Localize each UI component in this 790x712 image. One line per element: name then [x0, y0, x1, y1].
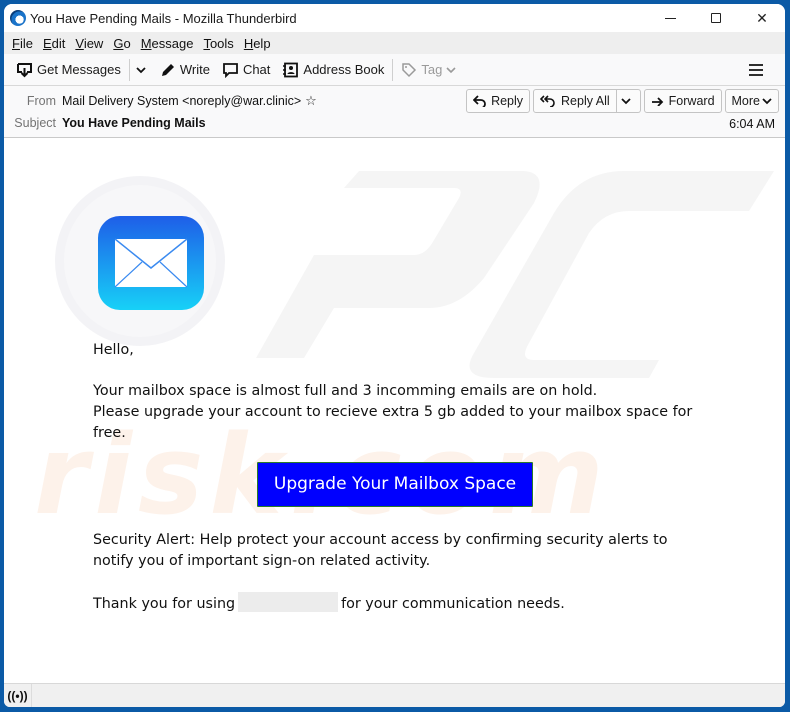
- reply-all-dropdown[interactable]: [616, 89, 641, 113]
- forward-button[interactable]: Forward: [643, 89, 722, 113]
- write-button[interactable]: Write: [154, 57, 216, 83]
- menu-file-label: ile: [19, 35, 33, 51]
- get-messages-label: Get Messages: [37, 62, 121, 77]
- tag-button[interactable]: Tag: [395, 57, 466, 83]
- message-actions: Reply Reply All Forward More: [466, 89, 779, 113]
- thanks-paragraph: Thank you for using for your communicatio…: [93, 592, 693, 615]
- write-label: Write: [179, 62, 210, 77]
- chat-icon: [223, 62, 238, 78]
- window-title: You Have Pending Mails - Mozilla Thunder…: [30, 10, 297, 26]
- online-status-icon[interactable]: ((•)): [4, 684, 32, 707]
- tag-icon: [402, 62, 417, 77]
- forward-label: Forward: [668, 94, 715, 108]
- forward-arrow-icon: [651, 97, 663, 106]
- reply-all-group: Reply All: [533, 89, 641, 113]
- menu-help-mnemonic: H: [243, 35, 254, 51]
- upgrade-mailbox-button[interactable]: Upgrade Your Mailbox Space: [257, 462, 533, 507]
- window-controls: ✕: [647, 4, 785, 32]
- menu-view-label: iew: [83, 35, 104, 51]
- maximize-button[interactable]: [693, 4, 739, 32]
- address-book-label: Address Book: [303, 62, 385, 77]
- pencil-icon: [161, 63, 174, 76]
- message-header: From Mail Delivery System <noreply@war.c…: [4, 86, 785, 138]
- security-alert-text: Security Alert: Help protect your accoun…: [93, 532, 668, 569]
- status-bar: ((•)): [4, 683, 785, 707]
- address-book-button[interactable]: Address Book: [276, 57, 390, 83]
- chat-button[interactable]: Chat: [216, 57, 276, 83]
- chevron-down-icon: [621, 98, 631, 105]
- watermark-letter-p: [256, 171, 540, 358]
- hamburger-menu-icon: [749, 63, 763, 76]
- chevron-down-icon: [446, 66, 456, 73]
- address-book-icon: [283, 62, 299, 77]
- main-toolbar: Get Messages Write Chat Address Book Tag: [4, 54, 785, 86]
- app-menu-button[interactable]: [743, 57, 773, 83]
- chevron-down-icon: [136, 66, 146, 73]
- maximize-icon: [711, 13, 721, 23]
- chevron-down-icon: [762, 98, 772, 105]
- subject-label: Subject: [14, 116, 56, 130]
- mailbox-full-text: Your mailbox space is almost full and 3 …: [93, 383, 598, 399]
- minimize-icon: [664, 17, 676, 19]
- watermark-letter-c: [469, 171, 774, 378]
- greeting-text: Hello,: [93, 342, 134, 358]
- menu-edit[interactable]: Edit: [38, 36, 70, 51]
- toolbar-separator: [128, 58, 130, 81]
- thunderbird-logo-icon: [10, 10, 26, 26]
- get-messages-icon: [17, 62, 32, 77]
- menu-tools[interactable]: Tools: [198, 36, 238, 51]
- menu-message-label: essage: [151, 35, 194, 51]
- thanks-text-before: Thank you for using: [93, 596, 236, 612]
- menu-file-mnemonic: F: [12, 35, 20, 51]
- reply-icon: [473, 95, 486, 107]
- subject-value: You Have Pending Mails: [62, 116, 206, 130]
- menu-view[interactable]: View: [70, 36, 108, 51]
- menu-message[interactable]: Message: [136, 36, 199, 51]
- menu-go-mnemonic: G: [113, 35, 124, 51]
- menu-tools-label: ools: [209, 35, 234, 51]
- from-value[interactable]: Mail Delivery System <noreply@war.clinic…: [62, 94, 301, 108]
- menu-go[interactable]: Go: [108, 36, 135, 51]
- upgrade-offer-text: Please upgrade your account to recieve e…: [93, 404, 693, 441]
- reply-all-button[interactable]: Reply All: [533, 89, 617, 113]
- more-label: More: [731, 94, 760, 108]
- subject-row: Subject You Have Pending Mails: [10, 112, 779, 134]
- reply-all-icon: [540, 95, 555, 107]
- thunderbird-window: You Have Pending Mails - Mozilla Thunder…: [4, 4, 785, 707]
- thanks-text-after: for your communication needs.: [341, 596, 565, 612]
- redacted-service-name: [238, 592, 339, 612]
- from-label: From: [26, 94, 56, 108]
- minimize-button[interactable]: [647, 4, 693, 32]
- menu-bar: File Edit View Go Message Tools Help: [4, 32, 785, 54]
- menu-edit-mnemonic: E: [42, 35, 52, 51]
- close-button[interactable]: ✕: [739, 4, 785, 32]
- reply-label: Reply: [491, 94, 524, 108]
- chat-label: Chat: [242, 62, 271, 77]
- main-paragraph: Your mailbox space is almost full and 3 …: [93, 381, 693, 444]
- reply-all-label: Reply All: [561, 94, 610, 108]
- close-icon: ✕: [756, 9, 768, 26]
- tag-label: Tag: [421, 62, 443, 77]
- toolbar-separator: [392, 58, 394, 81]
- title-bar: You Have Pending Mails - Mozilla Thunder…: [4, 4, 785, 32]
- menu-message-mnemonic: M: [140, 35, 152, 51]
- menu-edit-label: dit: [51, 35, 66, 51]
- menu-view-mnemonic: V: [75, 35, 84, 51]
- reply-button[interactable]: Reply: [466, 89, 531, 113]
- mail-app-logo-icon: [98, 216, 204, 310]
- menu-file[interactable]: File: [7, 36, 38, 51]
- menu-help-label: elp: [253, 35, 271, 51]
- star-icon[interactable]: ☆: [305, 93, 317, 109]
- more-button[interactable]: More: [724, 89, 779, 113]
- get-messages-dropdown[interactable]: [132, 57, 154, 83]
- menu-help[interactable]: Help: [239, 36, 276, 51]
- get-messages-button[interactable]: Get Messages: [10, 57, 127, 83]
- message-body: risk.com Hello, Your mailbox space is al…: [4, 138, 785, 683]
- message-time: 6:04 AM: [729, 117, 775, 131]
- menu-go-label: o: [123, 35, 131, 51]
- cta-container: Upgrade Your Mailbox Space: [257, 462, 533, 507]
